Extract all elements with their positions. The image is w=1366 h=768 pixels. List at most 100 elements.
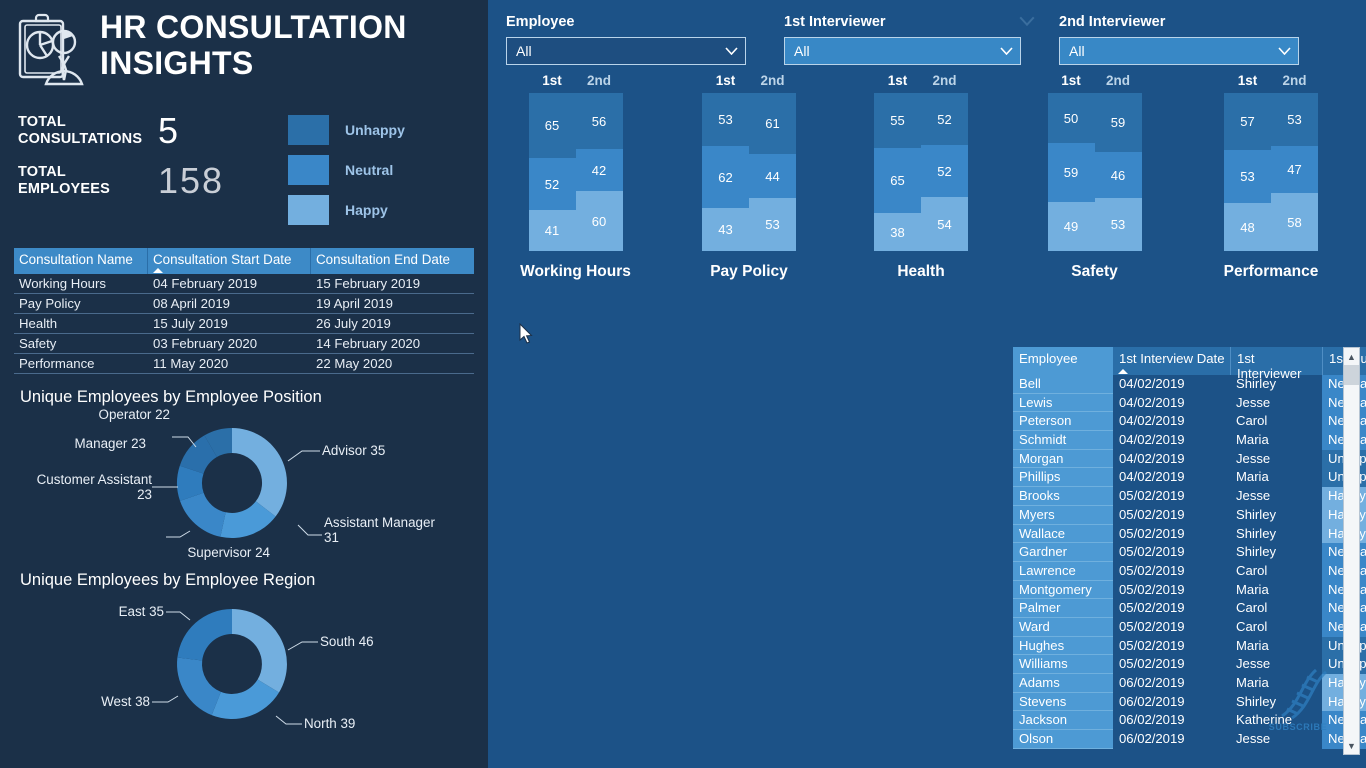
table-row[interactable]: Adams06/02/2019MariaHappy09/02/2019Carol… [1013, 674, 1366, 693]
bar-second[interactable]: 59 46 53 [1094, 93, 1142, 251]
donut-label-advisor: Advisor 35 [322, 443, 386, 458]
slicer-2nd-interviewer-dropdown[interactable]: All [1059, 37, 1299, 65]
column-header-1st-interviewer[interactable]: 1st Interviewer [1230, 347, 1322, 381]
bar-second[interactable]: 56 42 60 [575, 93, 623, 251]
cell-1st-date: 05/02/2019 [1113, 561, 1230, 581]
segment-happy[interactable]: 58 [1271, 193, 1318, 251]
segment-unhappy[interactable]: 65 [528, 93, 576, 158]
cell-1st-date: 06/02/2019 [1113, 730, 1230, 749]
segment-unhappy[interactable]: 53 [1271, 93, 1318, 146]
segment-neutral[interactable]: 42 [575, 149, 623, 191]
segment-unhappy[interactable]: 61 [749, 93, 796, 154]
stacked-chart-health[interactable]: 1st 2nd 55 65 38 52 52 54 Health [835, 73, 1007, 281]
scrollbar-thumb[interactable] [1344, 365, 1359, 385]
segment-unhappy[interactable]: 50 [1047, 93, 1095, 143]
segment-happy[interactable]: 38 [874, 213, 921, 251]
column-header-start-date[interactable]: Consultation Start Date [148, 248, 311, 274]
table-row[interactable]: Montgomery05/02/2019MariaNeutral15/02/20… [1013, 580, 1366, 600]
bar-first[interactable]: 65 52 41 [528, 93, 576, 251]
table-row[interactable]: Morgan04/02/2019JesseUnhappy05/02/2019Ca… [1013, 449, 1366, 469]
round-header-1st: 1st [715, 73, 736, 88]
table-row[interactable]: Safety 03 February 2020 14 February 2020 [14, 334, 474, 354]
table-row[interactable]: Myers05/02/2019ShirleyHappy07/02/2019Kat… [1013, 505, 1366, 525]
slicer-employee: Employee All [506, 14, 746, 65]
segment-happy[interactable]: 53 [1094, 198, 1142, 251]
table-row[interactable]: Brooks05/02/2019JesseHappy13/02/2019Shir… [1013, 487, 1366, 506]
bar-second[interactable]: 53 47 58 [1271, 93, 1318, 251]
segment-neutral[interactable]: 47 [1271, 146, 1318, 193]
segment-happy[interactable]: 54 [921, 197, 968, 251]
bar-first[interactable]: 53 62 43 [702, 93, 749, 251]
table-row[interactable]: Working Hours 04 February 2019 15 February… [14, 274, 474, 294]
segment-neutral[interactable]: 59 [1047, 143, 1095, 202]
segment-value: 53 [718, 112, 733, 127]
slicer-1st-interviewer-dropdown[interactable]: All [784, 37, 1021, 65]
chevron-down-icon [1000, 47, 1013, 55]
bar-first[interactable]: 57 53 48 [1224, 93, 1271, 251]
segment-unhappy[interactable]: 59 [1094, 93, 1142, 152]
segment-happy[interactable]: 60 [575, 191, 623, 251]
cell-1st-interviewer: Maria [1230, 674, 1322, 693]
segment-unhappy[interactable]: 55 [874, 93, 921, 148]
cell-employee: Myers [1013, 505, 1113, 525]
segment-happy[interactable]: 49 [1047, 202, 1095, 251]
stacked-chart-safety[interactable]: 1st 2nd 50 59 49 59 46 53 Safety [1007, 73, 1182, 281]
stacked-chart-pay-policy[interactable]: 1st 2nd 53 62 43 61 44 53 Pay Policy [663, 73, 835, 281]
stacked-chart-performance[interactable]: 1st 2nd 57 53 48 53 47 58 Performance [1182, 73, 1360, 281]
table-row[interactable]: Gardner05/02/2019ShirleyNeutral11/02/201… [1013, 543, 1366, 562]
stacked-chart-working-hours[interactable]: 1st 2nd 65 52 41 56 42 60 Working Hours [488, 73, 663, 281]
segment-unhappy[interactable]: 53 [702, 93, 749, 146]
segment-unhappy[interactable]: 52 [921, 93, 968, 145]
table-row[interactable]: Health 15 July 2019 26 July 2019 [14, 314, 474, 334]
chevron-down-icon [1278, 47, 1291, 55]
segment-neutral[interactable]: 46 [1094, 152, 1142, 198]
table-row[interactable]: Hughes05/02/2019MariaUnhappy13/02/2019Je… [1013, 636, 1366, 656]
slicer-employee-dropdown[interactable]: All [506, 37, 746, 65]
table-row[interactable]: Williams05/02/2019JesseUnhappy09/02/2019… [1013, 655, 1366, 674]
table-row[interactable]: Stevens06/02/2019ShirleyHappy13/02/2019K… [1013, 692, 1366, 712]
table-row[interactable]: Lewis04/02/2019JesseNeutral12/02/2019Shi… [1013, 393, 1366, 413]
table-row[interactable]: Schmidt04/02/2019MariaNeutral07/02/2019M… [1013, 431, 1366, 450]
segment-unhappy[interactable]: 56 [575, 93, 623, 149]
column-header-employee[interactable]: Employee [1013, 347, 1113, 375]
segment-happy[interactable]: 53 [749, 198, 796, 251]
segment-happy[interactable]: 43 [702, 208, 749, 251]
segment-unhappy[interactable]: 57 [1224, 93, 1271, 150]
round-header-2nd: 2nd [1282, 73, 1307, 88]
table-row[interactable]: Lawrence05/02/2019CarolNeutral08/02/2019… [1013, 561, 1366, 581]
scroll-up-icon[interactable]: ▲ [1344, 348, 1359, 365]
table-row[interactable]: Pay Policy 08 April 2019 19 April 2019 [14, 294, 474, 314]
bar-second[interactable]: 52 52 54 [921, 93, 968, 251]
segment-neutral[interactable]: 52 [528, 158, 576, 210]
interview-detail-table[interactable]: Employee 1st Interview Date 1st Intervie… [1013, 347, 1366, 749]
segment-value: 53 [1287, 112, 1302, 127]
segment-neutral[interactable]: 52 [921, 145, 968, 197]
bar-first[interactable]: 55 65 38 [874, 93, 921, 251]
table-row[interactable]: Olson06/02/2019JesseNeutral14/02/2019Jes… [1013, 730, 1366, 749]
bar-first[interactable]: 50 59 49 [1047, 93, 1095, 251]
table-row[interactable]: Peterson04/02/2019CarolNeutral04/02/2019… [1013, 412, 1366, 432]
table-row[interactable]: Bell04/02/2019ShirleyNeutral13/02/2019Ka… [1013, 375, 1366, 394]
table-row[interactable]: Wallace05/02/2019ShirleyHappy09/02/2019C… [1013, 524, 1366, 544]
consultation-table[interactable]: Consultation Name Consultation Start Dat… [14, 248, 474, 374]
table-row[interactable]: Performance 11 May 2020 22 May 2020 [14, 354, 474, 374]
table-row[interactable]: Phillips04/02/2019MariaUnhappy11/02/2019… [1013, 468, 1366, 488]
segment-neutral[interactable]: 44 [749, 154, 796, 198]
legend-item-unhappy: Unhappy [288, 110, 405, 150]
segment-happy[interactable]: 41 [528, 210, 576, 251]
column-header-1st-interview-date[interactable]: 1st Interview Date [1113, 347, 1230, 375]
segment-neutral[interactable]: 62 [702, 146, 749, 208]
segment-happy[interactable]: 48 [1224, 203, 1271, 251]
detail-table-scrollbar[interactable]: ▲ ▼ [1343, 347, 1360, 755]
chart-employees-by-region: Unique Employees by Employee Region Sout… [0, 571, 488, 735]
table-row[interactable]: Palmer05/02/2019CarolNeutral15/02/2019Sh… [1013, 599, 1366, 618]
segment-neutral[interactable]: 65 [874, 148, 921, 213]
table-row[interactable]: Jackson06/02/2019KatherineNeutral11/02/2… [1013, 711, 1366, 731]
scroll-down-icon[interactable]: ▼ [1344, 737, 1359, 754]
kpi-label: TOTAL CONSULTATIONS [18, 114, 143, 147]
segment-neutral[interactable]: 53 [1224, 150, 1271, 203]
column-header-consultation-name[interactable]: Consultation Name [14, 248, 148, 274]
column-header-end-date[interactable]: Consultation End Date [311, 248, 474, 274]
table-row[interactable]: Ward05/02/2019CarolNeutral13/02/2019Caro… [1013, 617, 1366, 637]
bar-second[interactable]: 61 44 53 [749, 93, 796, 251]
